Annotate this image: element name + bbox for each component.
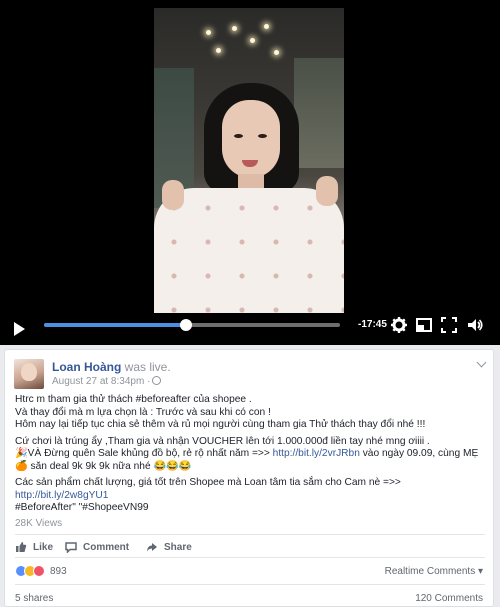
chevron-down-icon[interactable] bbox=[476, 357, 487, 368]
post-line: Htrc m tham gia thử thách #beforeafter c… bbox=[15, 394, 252, 405]
promo-text-after: vào ngày 09.09, cùng MẸ bbox=[359, 448, 479, 459]
like-button[interactable]: Like bbox=[15, 541, 53, 553]
avatar[interactable] bbox=[14, 359, 44, 389]
share-count[interactable]: 5 shares bbox=[15, 593, 53, 604]
promo-text-2: 🍊 săn deal 9k 9k 9k nữa nhé 😂😂😂 bbox=[15, 460, 192, 472]
video-player[interactable]: -17:45 bbox=[0, 0, 500, 345]
progress-handle[interactable] bbox=[180, 319, 193, 331]
divider bbox=[15, 534, 485, 535]
share-button[interactable]: Share bbox=[146, 541, 192, 553]
author-name[interactable]: Loan Hoàng bbox=[52, 360, 121, 374]
divider bbox=[15, 584, 485, 585]
thumbs-up-icon bbox=[16, 542, 27, 552]
post-header: Loan Hoàng was live. bbox=[52, 360, 171, 374]
comment-label: Comment bbox=[83, 541, 130, 553]
live-status: was live. bbox=[124, 360, 171, 374]
share-label: Share bbox=[164, 541, 192, 553]
progress-fill bbox=[44, 323, 187, 327]
post-line: Cứ chơi là trúng ẩy ,Tham gia và nhận VO… bbox=[15, 435, 430, 447]
reaction-count: 893 bbox=[50, 565, 67, 577]
video-frame bbox=[154, 8, 344, 313]
realtime-comments-dropdown[interactable]: Realtime Comments ▾ bbox=[385, 566, 483, 577]
comment-icon bbox=[65, 542, 77, 553]
hashtags[interactable]: #BeforeAfter" "#ShopeeVN99 bbox=[15, 502, 149, 513]
products-link[interactable]: http://bit.ly/2w8gYU1 bbox=[15, 490, 108, 501]
gear-icon[interactable] bbox=[390, 316, 408, 334]
post-body: Htrc m tham gia thử thách #beforeafter c… bbox=[15, 394, 487, 519]
post-line: Và thay đổi mà m lựa chọn là : Trước và … bbox=[15, 406, 271, 418]
like-label: Like bbox=[33, 541, 54, 553]
view-count: 28K Views bbox=[15, 518, 63, 529]
video-controls: -17:45 bbox=[0, 313, 500, 345]
love-reaction-icon bbox=[33, 565, 45, 577]
post-line: Hôm nay lại tiếp tục chia sẻ thêm và rủ … bbox=[15, 419, 426, 430]
promo-link[interactable]: http://bit.ly/2vrJRbn bbox=[273, 448, 360, 459]
post-card: Loan Hoàng was live. August 27 at 8:34pm… bbox=[4, 349, 494, 607]
shirt-held bbox=[154, 188, 344, 313]
progress-bar[interactable] bbox=[44, 319, 340, 331]
date-text[interactable]: August 27 at 8:34pm · bbox=[52, 376, 150, 387]
play-icon[interactable] bbox=[14, 322, 25, 336]
globe-icon bbox=[152, 376, 162, 385]
comment-button[interactable]: Comment bbox=[65, 541, 129, 553]
reaction-summary[interactable]: 893 bbox=[15, 565, 67, 577]
window-right bbox=[294, 58, 344, 168]
share-icon bbox=[147, 543, 157, 552]
popout-icon[interactable] bbox=[415, 316, 433, 334]
products-text: Các sản phẩm chất lượng, giá tốt trên Sh… bbox=[15, 477, 401, 488]
divider bbox=[15, 557, 485, 558]
volume-icon[interactable] bbox=[466, 316, 484, 334]
fullscreen-icon[interactable] bbox=[440, 316, 458, 334]
time-remaining: -17:45 bbox=[358, 319, 387, 330]
promo-text: 🎉VÀ Đừng quên Sale khủng đồ bộ, rẻ rộ nh… bbox=[15, 448, 273, 459]
comment-count[interactable]: 120 Comments bbox=[415, 593, 483, 604]
post-date[interactable]: August 27 at 8:34pm · bbox=[52, 376, 162, 387]
